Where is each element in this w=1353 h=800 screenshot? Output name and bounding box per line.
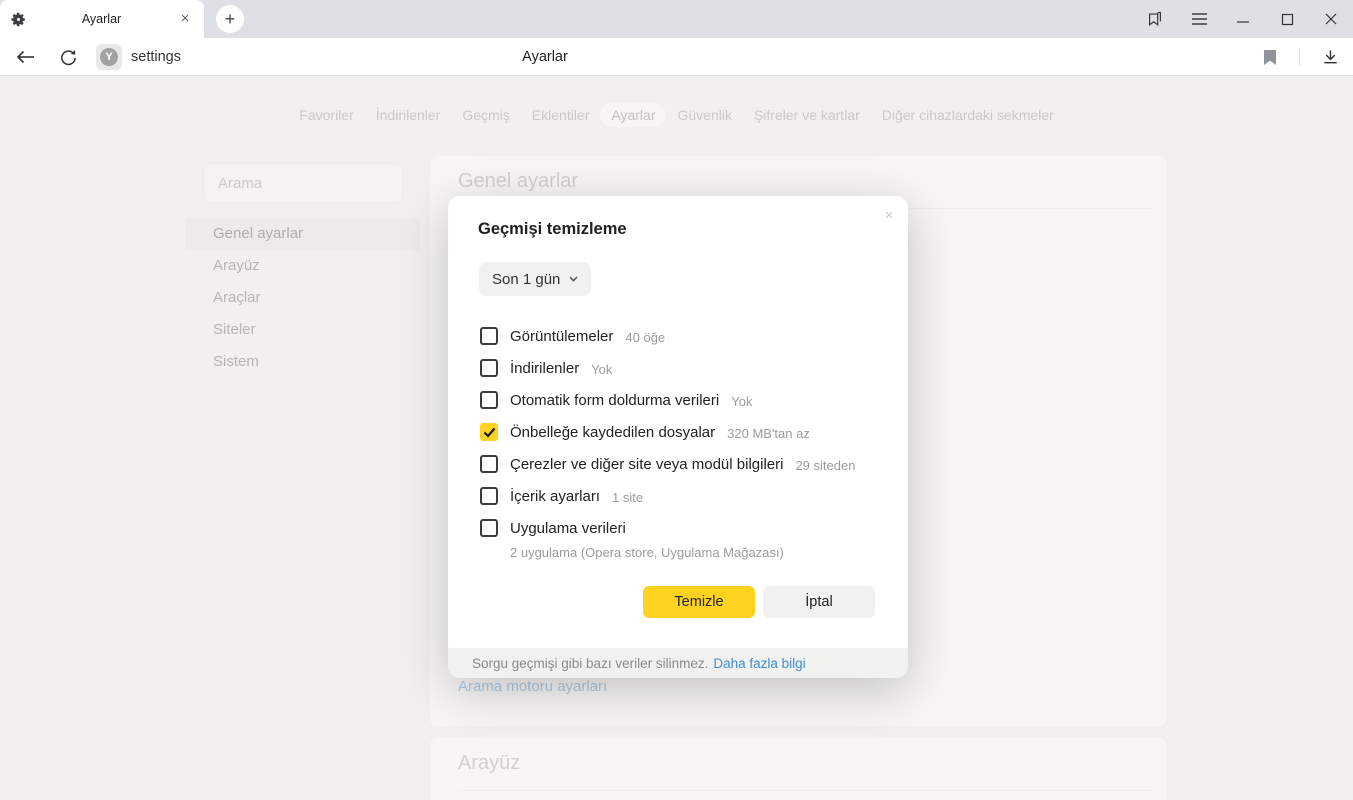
bookmark-icon[interactable] bbox=[1255, 42, 1285, 72]
sidebar-item[interactable]: Genel ayarlar bbox=[185, 218, 420, 250]
section-title: Genel ayarlar bbox=[458, 170, 578, 193]
window-controls bbox=[1133, 0, 1353, 38]
settings-nav-tab[interactable]: Şifreler ve kartlar bbox=[743, 103, 871, 127]
dialog-close-icon[interactable]: × bbox=[876, 202, 902, 228]
checkbox[interactable] bbox=[480, 391, 498, 409]
clear-item-row[interactable]: İçerik ayarları 1 site bbox=[480, 480, 878, 512]
checkbox[interactable] bbox=[480, 327, 498, 345]
dialog-footer: Sorgu geçmişi gibi bazı veriler silinmez… bbox=[448, 648, 908, 678]
checkbox[interactable] bbox=[480, 455, 498, 473]
bookmarks-panel-icon[interactable] bbox=[1133, 0, 1177, 38]
gear-icon bbox=[10, 11, 27, 28]
address-bar[interactable]: Y settings bbox=[96, 43, 181, 71]
settings-nav-tab[interactable]: Eklentiler bbox=[521, 103, 601, 127]
site-favicon-icon: Y bbox=[96, 44, 122, 70]
toolbar-page-title: Ayarlar bbox=[485, 38, 605, 76]
toolbar-divider bbox=[1299, 48, 1300, 66]
checkbox[interactable] bbox=[480, 359, 498, 377]
clear-item-meta: Yok bbox=[591, 360, 612, 377]
section-title: Arayüz bbox=[458, 752, 520, 775]
settings-nav-tab[interactable]: Ayarlar bbox=[600, 103, 666, 127]
search-input[interactable] bbox=[203, 163, 403, 203]
url-text: settings bbox=[131, 49, 181, 65]
clear-item-label: Görüntülemeler bbox=[510, 328, 613, 345]
settings-nav-tab[interactable]: Diğer cihazlardaki sekmeler bbox=[871, 103, 1065, 127]
footer-note: Sorgu geçmişi gibi bazı veriler silinmez… bbox=[472, 656, 708, 671]
interface-settings-card: Arayüz bbox=[430, 738, 1167, 800]
clear-button[interactable]: Temizle bbox=[643, 586, 755, 618]
minimize-icon[interactable] bbox=[1221, 0, 1265, 38]
clear-item-label: Çerezler ve diğer site veya modül bilgil… bbox=[510, 456, 783, 473]
menu-icon[interactable] bbox=[1177, 0, 1221, 38]
clear-item-meta: 1 site bbox=[612, 488, 643, 505]
tab-strip: Ayarlar × + bbox=[0, 0, 1353, 38]
settings-nav-tab[interactable]: İndirilenler bbox=[365, 103, 452, 127]
settings-nav-tab[interactable]: Geçmiş bbox=[451, 103, 520, 127]
new-tab-button[interactable]: + bbox=[216, 5, 244, 33]
search-engine-settings-link[interactable]: Arama motoru ayarları bbox=[458, 678, 607, 695]
settings-nav-tabs: Favoriler İndirilenler Geçmiş Eklentiler… bbox=[0, 103, 1353, 127]
chevron-down-icon bbox=[569, 276, 578, 282]
browser-tab-ayarlar[interactable]: Ayarlar × bbox=[0, 0, 204, 38]
divider bbox=[458, 790, 1151, 791]
clear-items-list: Görüntülemeler 40 öğe İndirilenler Yok bbox=[480, 320, 878, 560]
clear-item-label: Önbelleğe kaydedilen dosyalar bbox=[510, 424, 715, 441]
tab-close-icon[interactable]: × bbox=[176, 10, 194, 28]
clear-item-label: İçerik ayarları bbox=[510, 488, 600, 505]
clear-item-row[interactable]: Görüntülemeler 40 öğe bbox=[480, 320, 878, 352]
clear-item-row[interactable]: Çerezler ve diğer site veya modül bilgil… bbox=[480, 448, 878, 480]
download-icon[interactable] bbox=[1315, 42, 1345, 72]
sidebar-item[interactable]: Araçlar bbox=[185, 282, 420, 314]
clear-item-row[interactable]: Uygulama verileri 2 uygulama (Opera stor… bbox=[480, 512, 878, 560]
settings-nav-tab[interactable]: Favoriler bbox=[288, 103, 364, 127]
time-range-dropdown[interactable]: Son 1 gün bbox=[479, 262, 591, 296]
settings-nav-tab[interactable]: Güvenlik bbox=[666, 103, 742, 127]
sidebar-item[interactable]: Siteler bbox=[185, 314, 420, 346]
back-icon[interactable] bbox=[10, 42, 40, 72]
clear-item-label: Otomatik form doldurma verileri bbox=[510, 392, 719, 409]
maximize-icon[interactable] bbox=[1265, 0, 1309, 38]
clear-item-note: 2 uygulama (Opera store, Uygulama Mağaza… bbox=[510, 545, 878, 560]
clear-item-meta: 29 siteden bbox=[795, 456, 855, 473]
tab-title: Ayarlar bbox=[35, 12, 168, 26]
checkbox[interactable] bbox=[480, 423, 498, 441]
toolbar: Y settings Ayarlar bbox=[0, 38, 1353, 76]
dialog-buttons: Temizle İptal bbox=[643, 586, 875, 618]
clear-item-meta: Yok bbox=[731, 392, 752, 409]
reload-icon[interactable] bbox=[53, 42, 83, 72]
checkbox[interactable] bbox=[480, 519, 498, 537]
cancel-button[interactable]: İptal bbox=[763, 586, 875, 618]
checkbox[interactable] bbox=[480, 487, 498, 505]
more-info-link[interactable]: Daha fazla bilgi bbox=[713, 656, 805, 671]
sidebar-items: Genel ayarlar Arayüz Araçlar Siteler Sis… bbox=[185, 218, 420, 378]
clear-history-dialog: × Geçmişi temizleme Son 1 gün Görüntülem… bbox=[448, 196, 908, 678]
clear-item-row[interactable]: İndirilenler Yok bbox=[480, 352, 878, 384]
clear-item-meta: 40 öğe bbox=[625, 328, 665, 345]
clear-item-label: Uygulama verileri bbox=[510, 520, 626, 537]
dialog-title: Geçmişi temizleme bbox=[478, 220, 627, 239]
clear-item-meta: 320 MB'tan az bbox=[727, 424, 810, 441]
clear-item-row[interactable]: Otomatik form doldurma verileri Yok bbox=[480, 384, 878, 416]
clear-item-row[interactable]: Önbelleğe kaydedilen dosyalar 320 MB'tan… bbox=[480, 416, 878, 448]
sidebar-item[interactable]: Arayüz bbox=[185, 250, 420, 282]
sidebar-item[interactable]: Sistem bbox=[185, 346, 420, 378]
settings-sidebar: Genel ayarlar Arayüz Araçlar Siteler Sis… bbox=[185, 163, 420, 378]
clear-item-label: İndirilenler bbox=[510, 360, 579, 377]
close-window-icon[interactable] bbox=[1309, 0, 1353, 38]
